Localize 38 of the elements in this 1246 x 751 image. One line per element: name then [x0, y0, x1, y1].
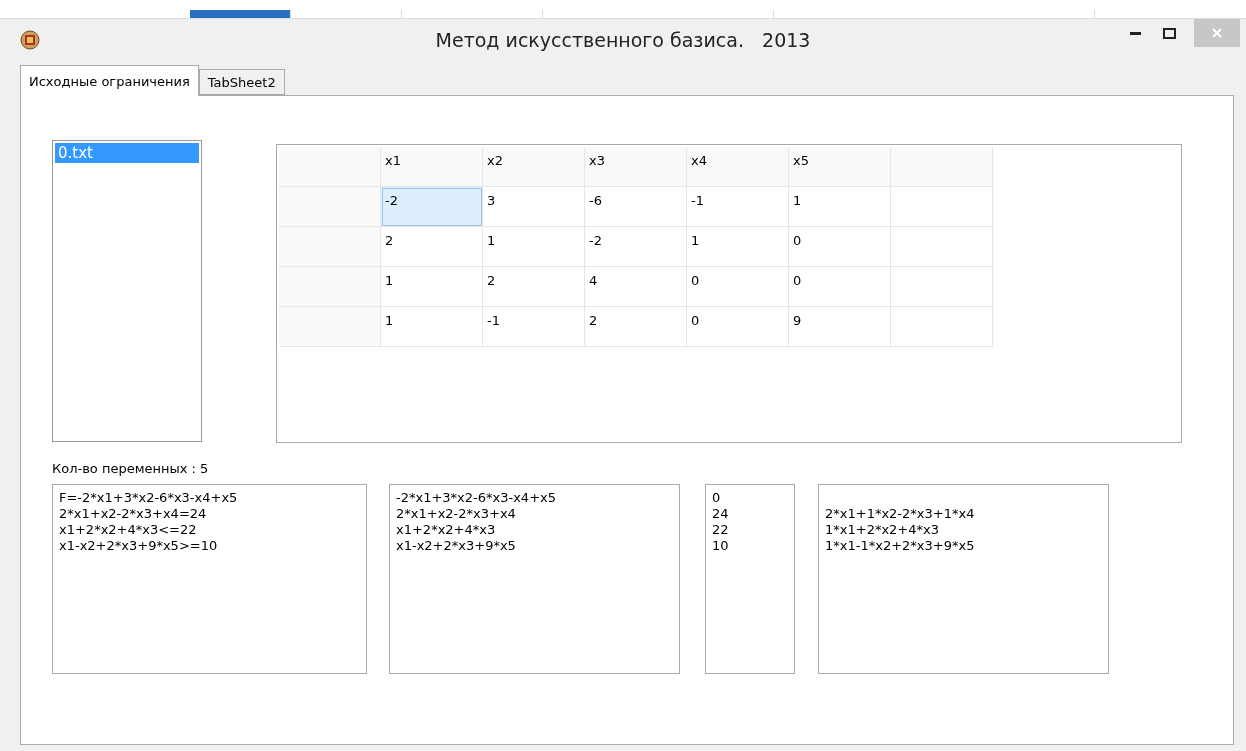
grid-cell[interactable]: 1	[687, 227, 789, 267]
column-header: x3	[585, 147, 687, 187]
close-icon	[1212, 28, 1222, 38]
grid-cell[interactable]: 1	[483, 227, 585, 267]
grid-cell[interactable]: 2	[585, 307, 687, 347]
grid-cell[interactable]: 1	[381, 267, 483, 307]
memo-field[interactable]: F=-2*x1+3*x2-6*x3-x4+x5 2*x1+x2-2*x3+x4=24 x1+2*x2+4*x3<=22 x1-x2+2*x3+9*x5>=10	[52, 484, 367, 674]
memo-field[interactable]: 0 24 22 10	[705, 484, 795, 674]
window-title: Метод искусственного базиса. 2013	[435, 29, 811, 51]
column-header: x4	[687, 147, 789, 187]
memo-field[interactable]: 2*x1+1*x2-2*x3+1*x4 1*x1+2*x2+4*x3 1*x1-1*x2+2*x3+9*x5	[818, 484, 1109, 674]
minimize-icon	[1129, 31, 1141, 35]
column-header: x2	[483, 147, 585, 187]
grid-cell[interactable]: -1	[483, 307, 585, 347]
variable-count-label: Кол-во переменных : 5	[52, 461, 210, 476]
grid-cell[interactable]: -2	[381, 187, 483, 227]
app-logo-icon	[20, 30, 40, 50]
grid-cell[interactable]: 1	[789, 187, 891, 227]
grid-cell[interactable]: 0	[687, 267, 789, 307]
grid-cell[interactable]: 1	[381, 307, 483, 347]
tab[interactable]: Исходные ограничения	[20, 65, 199, 96]
memo-field[interactable]: -2*x1+3*x2-6*x3-x4+x5 2*x1+x2-2*x3+x4 x1+2*x2+4*x3 x1-x2+2*x3+9*x5	[389, 484, 680, 674]
grid-cell[interactable]: 2	[483, 267, 585, 307]
grid-cell[interactable]: 0	[789, 227, 891, 267]
grid-cell[interactable]: 3	[483, 187, 585, 227]
close-button[interactable]	[1194, 19, 1240, 47]
column-header: x1	[381, 147, 483, 187]
grid-cell[interactable]: -2	[585, 227, 687, 267]
grid-cell[interactable]: 9	[789, 307, 891, 347]
grid-cell[interactable]: 4	[585, 267, 687, 307]
grid-cell[interactable]: -1	[687, 187, 789, 227]
tab[interactable]: TabSheet2	[198, 69, 285, 95]
grid-cell[interactable]: 0	[789, 267, 891, 307]
grid-cell[interactable]: 0	[687, 307, 789, 347]
grid-cell[interactable]: -6	[585, 187, 687, 227]
maximize-icon	[1162, 27, 1176, 39]
column-header: x5	[789, 147, 891, 187]
grid-cell[interactable]: 2	[381, 227, 483, 267]
